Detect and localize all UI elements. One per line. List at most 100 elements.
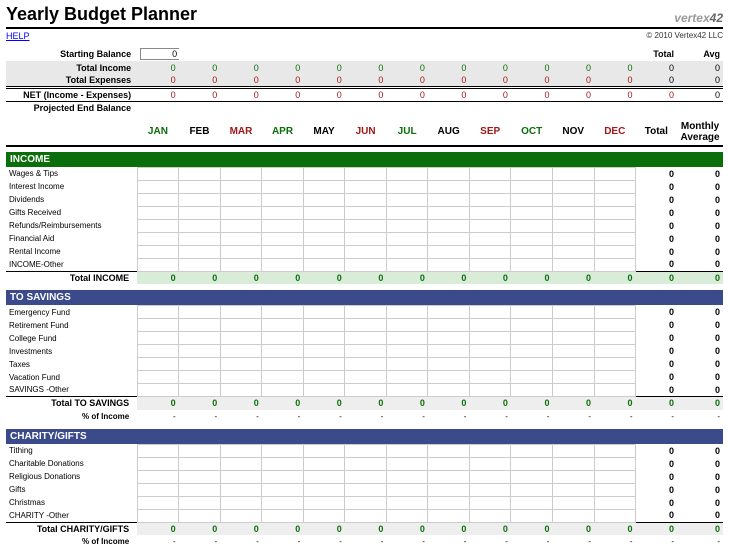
cell[interactable] bbox=[220, 219, 262, 232]
cell[interactable] bbox=[552, 167, 594, 180]
cell[interactable] bbox=[262, 245, 304, 258]
cell[interactable] bbox=[345, 219, 387, 232]
cell[interactable] bbox=[179, 167, 221, 180]
cell[interactable] bbox=[345, 258, 387, 271]
cell[interactable] bbox=[428, 496, 470, 509]
cell[interactable] bbox=[303, 306, 345, 319]
cell[interactable] bbox=[137, 496, 179, 509]
cell[interactable] bbox=[428, 371, 470, 384]
cell[interactable] bbox=[137, 219, 179, 232]
cell[interactable] bbox=[428, 206, 470, 219]
cell[interactable] bbox=[220, 332, 262, 345]
cell[interactable] bbox=[220, 180, 262, 193]
cell[interactable] bbox=[262, 193, 304, 206]
cell[interactable] bbox=[345, 509, 387, 522]
cell[interactable] bbox=[262, 358, 304, 371]
cell[interactable] bbox=[428, 167, 470, 180]
cell[interactable] bbox=[262, 306, 304, 319]
cell[interactable] bbox=[552, 496, 594, 509]
cell[interactable] bbox=[179, 206, 221, 219]
cell[interactable] bbox=[552, 444, 594, 457]
cell[interactable] bbox=[594, 245, 636, 258]
cell[interactable] bbox=[262, 509, 304, 522]
cell[interactable] bbox=[511, 345, 553, 358]
cell[interactable] bbox=[386, 245, 428, 258]
cell[interactable] bbox=[303, 258, 345, 271]
cell[interactable] bbox=[511, 319, 553, 332]
cell[interactable] bbox=[552, 219, 594, 232]
cell[interactable] bbox=[220, 319, 262, 332]
cell[interactable] bbox=[220, 509, 262, 522]
cell[interactable] bbox=[594, 345, 636, 358]
cell[interactable] bbox=[262, 319, 304, 332]
cell[interactable] bbox=[386, 483, 428, 496]
cell[interactable] bbox=[303, 444, 345, 457]
cell[interactable] bbox=[428, 319, 470, 332]
cell[interactable] bbox=[220, 371, 262, 384]
cell[interactable] bbox=[345, 384, 387, 397]
cell[interactable] bbox=[594, 470, 636, 483]
cell[interactable] bbox=[345, 470, 387, 483]
cell[interactable] bbox=[594, 358, 636, 371]
cell[interactable] bbox=[511, 232, 553, 245]
cell[interactable] bbox=[594, 483, 636, 496]
cell[interactable] bbox=[303, 345, 345, 358]
cell[interactable] bbox=[428, 457, 470, 470]
cell[interactable] bbox=[594, 180, 636, 193]
cell[interactable] bbox=[511, 384, 553, 397]
cell[interactable] bbox=[552, 345, 594, 358]
cell[interactable] bbox=[345, 245, 387, 258]
cell[interactable] bbox=[594, 319, 636, 332]
cell[interactable] bbox=[303, 358, 345, 371]
cell[interactable] bbox=[469, 345, 511, 358]
cell[interactable] bbox=[511, 332, 553, 345]
cell[interactable] bbox=[303, 167, 345, 180]
cell[interactable] bbox=[511, 180, 553, 193]
cell[interactable] bbox=[345, 496, 387, 509]
cell[interactable] bbox=[469, 509, 511, 522]
cell[interactable] bbox=[552, 358, 594, 371]
cell[interactable] bbox=[262, 167, 304, 180]
cell[interactable] bbox=[386, 319, 428, 332]
cell[interactable] bbox=[469, 206, 511, 219]
cell[interactable] bbox=[469, 384, 511, 397]
cell[interactable] bbox=[511, 496, 553, 509]
cell[interactable] bbox=[552, 232, 594, 245]
cell[interactable] bbox=[552, 509, 594, 522]
cell[interactable] bbox=[345, 206, 387, 219]
cell[interactable] bbox=[137, 345, 179, 358]
cell[interactable] bbox=[303, 509, 345, 522]
cell[interactable] bbox=[179, 332, 221, 345]
cell[interactable] bbox=[428, 509, 470, 522]
cell[interactable] bbox=[262, 219, 304, 232]
cell[interactable] bbox=[345, 306, 387, 319]
cell[interactable] bbox=[220, 206, 262, 219]
cell[interactable] bbox=[345, 180, 387, 193]
cell[interactable] bbox=[511, 193, 553, 206]
cell[interactable] bbox=[428, 193, 470, 206]
cell[interactable] bbox=[594, 232, 636, 245]
cell[interactable] bbox=[137, 470, 179, 483]
cell[interactable] bbox=[552, 180, 594, 193]
cell[interactable] bbox=[511, 358, 553, 371]
cell[interactable] bbox=[179, 483, 221, 496]
cell[interactable] bbox=[428, 358, 470, 371]
cell[interactable] bbox=[594, 258, 636, 271]
cell[interactable] bbox=[386, 358, 428, 371]
cell[interactable] bbox=[469, 232, 511, 245]
cell[interactable] bbox=[262, 444, 304, 457]
cell[interactable] bbox=[469, 258, 511, 271]
cell[interactable] bbox=[137, 509, 179, 522]
cell[interactable] bbox=[511, 457, 553, 470]
cell[interactable] bbox=[220, 496, 262, 509]
cell[interactable] bbox=[386, 193, 428, 206]
cell[interactable] bbox=[386, 384, 428, 397]
cell[interactable] bbox=[552, 470, 594, 483]
cell[interactable] bbox=[262, 483, 304, 496]
cell[interactable] bbox=[386, 167, 428, 180]
cell[interactable] bbox=[303, 219, 345, 232]
cell[interactable] bbox=[345, 345, 387, 358]
cell[interactable] bbox=[594, 384, 636, 397]
cell[interactable] bbox=[179, 444, 221, 457]
cell[interactable] bbox=[262, 180, 304, 193]
